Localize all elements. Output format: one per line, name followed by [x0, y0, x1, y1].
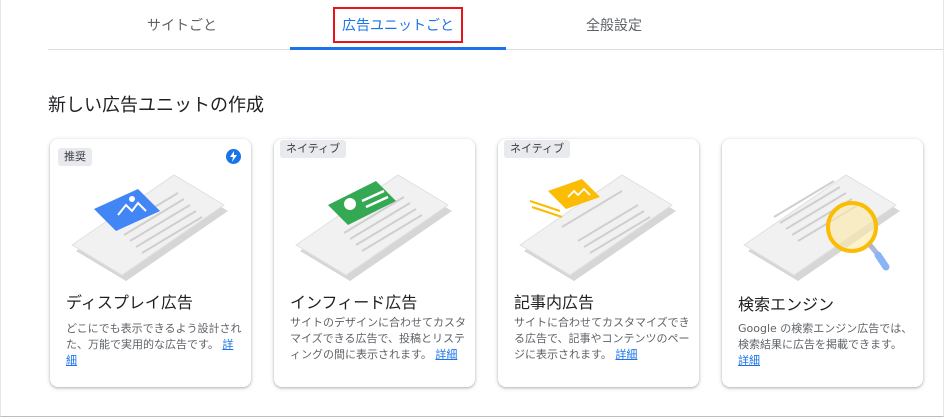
card-in-article-ads[interactable]: ネイティブ 記事内広告 サイトに合わせてカスタマイズできる広告で、記事やコンテン… — [498, 139, 699, 387]
tab-label: 広告ユニットごと — [333, 7, 463, 43]
card-description: サイトに合わせてカスタマイズできる広告で、記事やコンテンツのページに表示されます… — [514, 315, 690, 363]
native-badge: ネイティブ — [504, 140, 571, 158]
tab-label: サイトごと — [147, 18, 217, 34]
tab-general-settings[interactable]: 全般設定 — [514, 0, 714, 50]
card-description: Google の検索エンジン広告では、検索結果に広告を掲載できます。 詳細 — [738, 321, 914, 369]
card-title: 記事内広告 — [514, 293, 595, 312]
tab-by-ad-unit[interactable]: 広告ユニットごと — [290, 0, 506, 50]
card-description-text: どこにでも表示できるよう設計された、万能で実用的な広告です。 — [66, 322, 242, 351]
card-title: ディスプレイ広告 — [66, 293, 193, 312]
search-ad-illustration — [743, 174, 900, 281]
card-description-text: サイトに合わせてカスタマイズできる広告で、記事やコンテンツのページに表示されます… — [514, 316, 690, 361]
card-in-feed-ads[interactable]: ネイティブ インフィード広告 サイトのデザインに合わせてカスタマイズできる広告で… — [274, 139, 475, 387]
in-feed-ad-illustration — [295, 174, 452, 281]
tab-by-site[interactable]: サイトごと — [82, 0, 282, 50]
learn-more-link[interactable]: 詳細 — [435, 348, 457, 361]
tab-bar: サイトごと 広告ユニットごと 全般設定 — [48, 0, 943, 50]
card-description-text: Google の検索エンジン広告では、検索結果に広告を掲載できます。 — [738, 322, 913, 351]
recommended-badge: 推奨 — [58, 148, 92, 166]
bolt-icon — [226, 149, 241, 164]
card-title: インフィード広告 — [290, 293, 418, 312]
card-description: サイトのデザインに合わせてカスタマイズできる広告で、投稿とリスティングの間に表示… — [290, 315, 466, 363]
tab-label: 全般設定 — [586, 18, 642, 34]
native-badge: ネイティブ — [280, 140, 347, 158]
card-search-engine[interactable]: 検索エンジン Google の検索エンジン広告では、検索結果に広告を掲載できます… — [722, 139, 923, 387]
section-title: 新しい広告ユニットの作成 — [48, 95, 264, 116]
in-article-ad-illustration — [519, 174, 676, 281]
card-title: 検索エンジン — [738, 295, 835, 314]
card-display-ads[interactable]: 推奨 ディスプレイ広告 どこにでも表示できるよう設計された、万能で実用的な広告で… — [50, 139, 251, 387]
display-ad-illustration — [71, 174, 228, 281]
learn-more-link[interactable]: 詳細 — [738, 354, 760, 367]
active-tab-indicator — [290, 47, 506, 50]
learn-more-link[interactable]: 詳細 — [615, 348, 637, 361]
card-description: どこにでも表示できるよう設計された、万能で実用的な広告です。 詳細 — [66, 321, 242, 369]
